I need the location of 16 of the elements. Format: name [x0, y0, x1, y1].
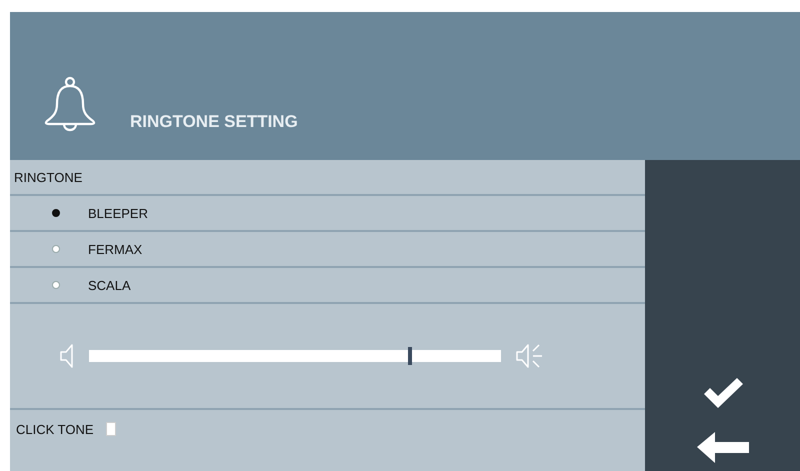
screen-title: RINGTONE SETTING [130, 112, 298, 132]
ringtone-option[interactable]: BLEEPER [10, 196, 645, 232]
radio-button[interactable] [52, 281, 60, 289]
radio-button[interactable] [52, 245, 60, 253]
ringtone-option[interactable]: FERMAX [10, 232, 645, 268]
volume-slider[interactable] [88, 350, 500, 362]
ringtone-option[interactable]: SCALA [10, 268, 645, 304]
check-icon[interactable] [702, 377, 744, 409]
slider-thumb[interactable] [408, 347, 412, 365]
checkbox[interactable] [106, 422, 116, 436]
section-label: RINGTONE [14, 170, 82, 184]
radio-button[interactable] [52, 209, 60, 217]
speaker-icon [58, 342, 74, 370]
back-arrow-icon[interactable] [696, 431, 748, 463]
bell-icon [42, 74, 98, 132]
click-tone-label: CLICK TONE [16, 422, 94, 437]
